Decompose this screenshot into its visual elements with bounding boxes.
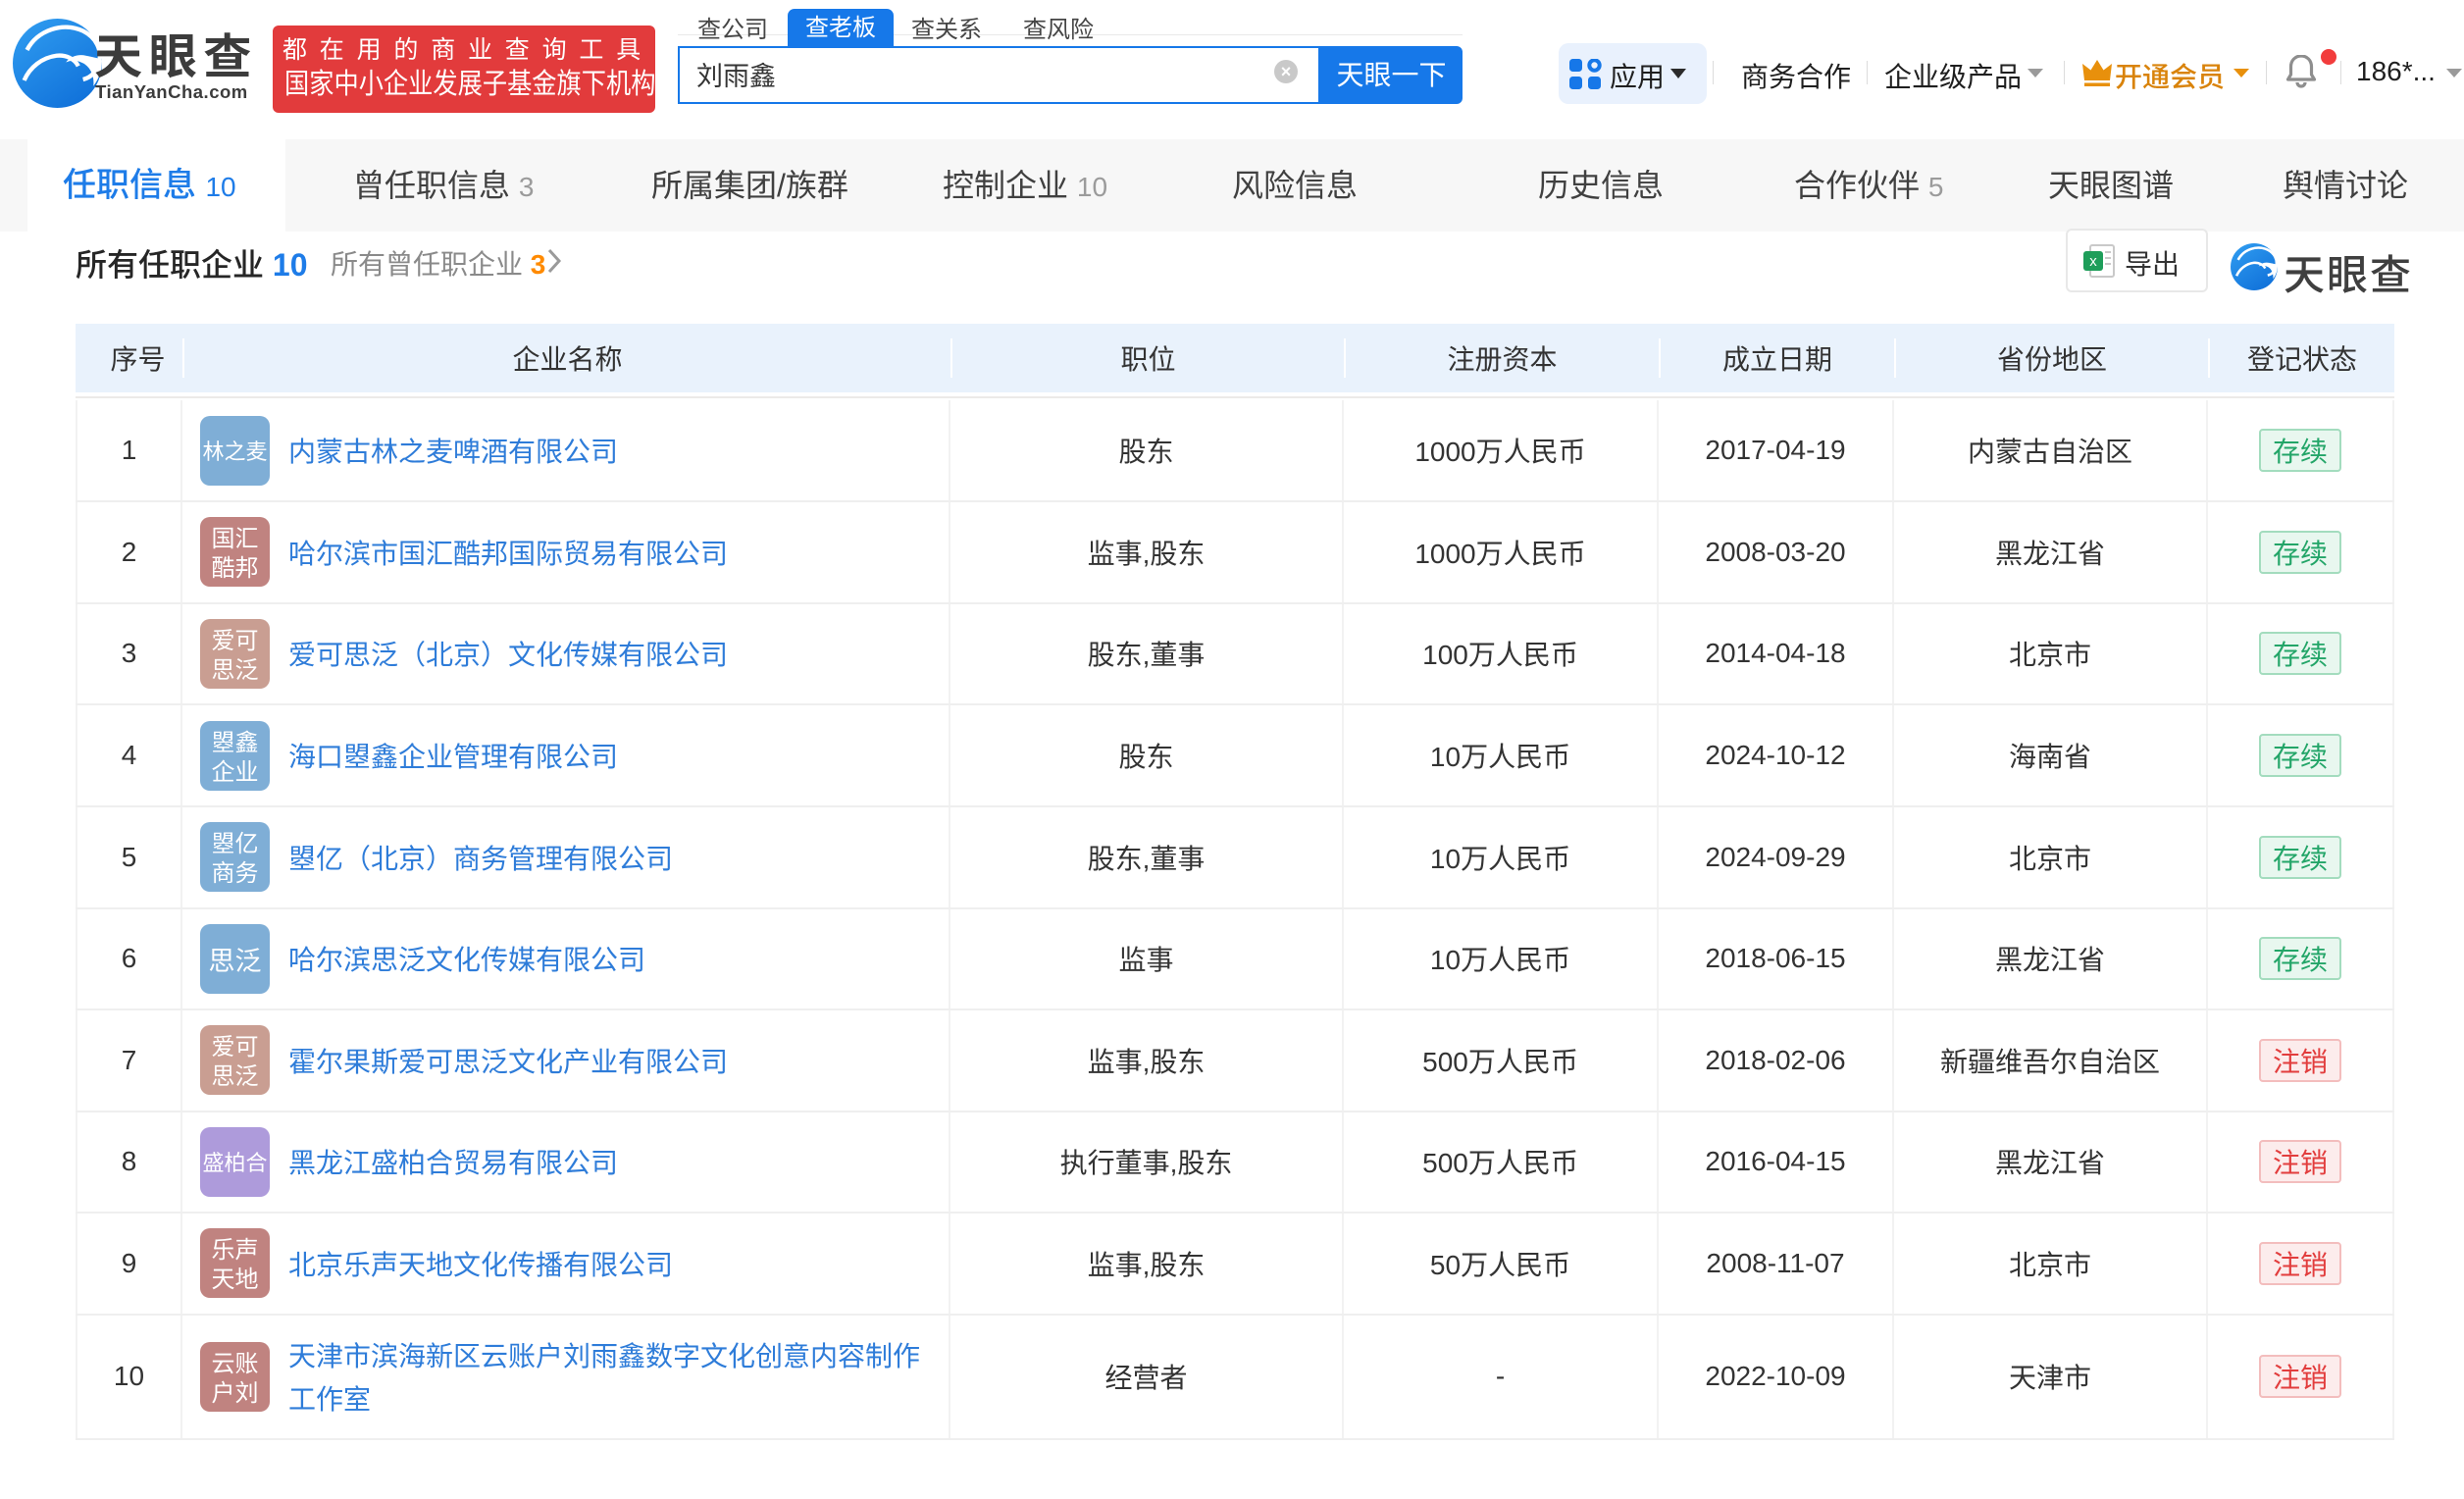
svg-text:x: x [2089,253,2097,270]
